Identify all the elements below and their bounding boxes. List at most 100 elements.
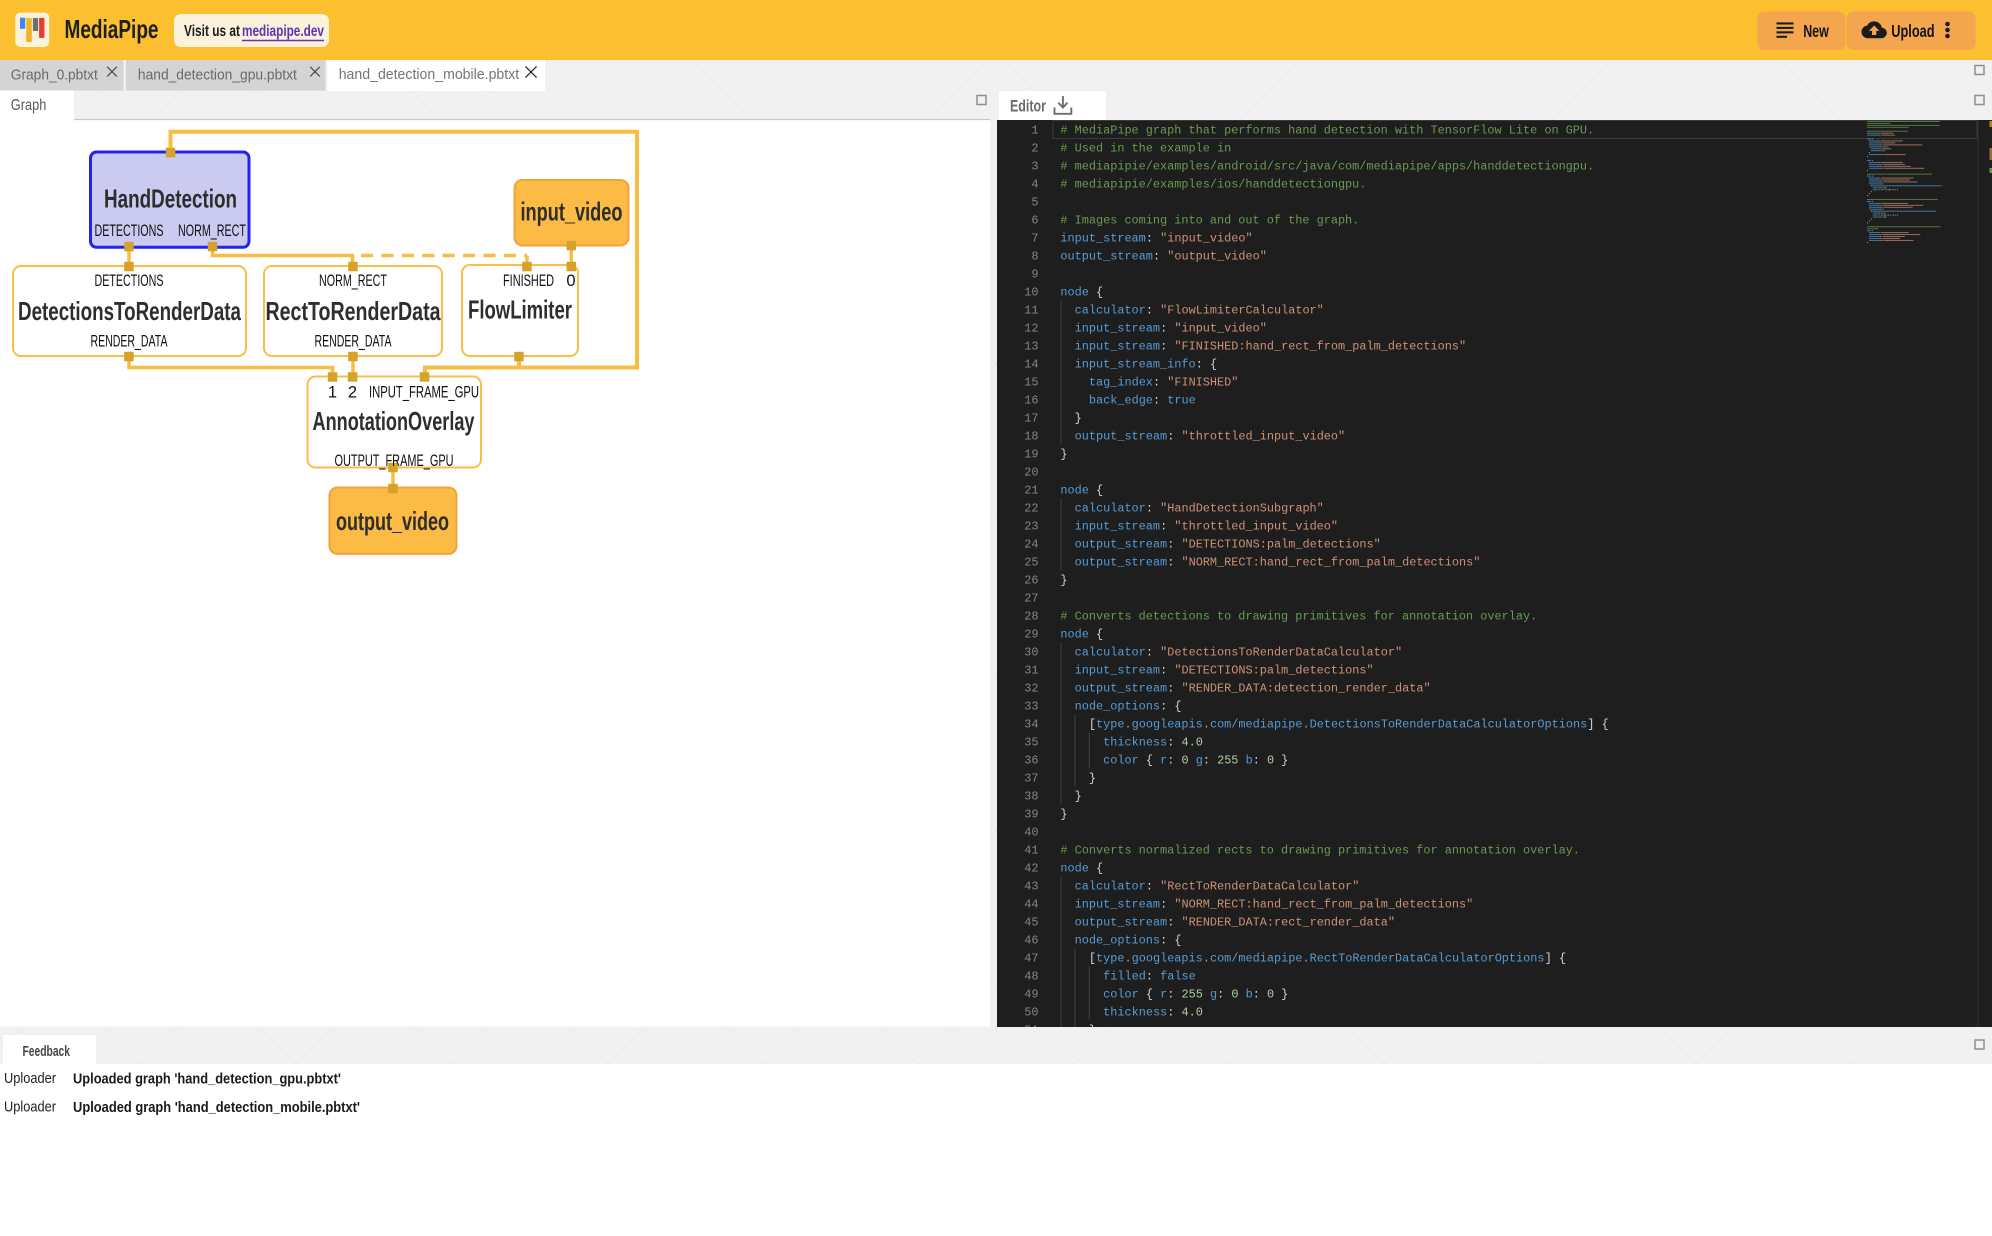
svg-text:17: 17 — [1024, 412, 1038, 426]
svg-text:input_video: input_video — [521, 197, 623, 227]
svg-text:10: 10 — [1024, 286, 1038, 300]
svg-text:47: 47 — [1024, 952, 1038, 966]
svg-text:24: 24 — [1024, 538, 1038, 552]
svg-text:Editor: Editor — [1010, 98, 1046, 116]
svg-text:35: 35 — [1024, 736, 1038, 750]
svg-text:# Converts normalized rects to: # Converts normalized rects to drawing p… — [1060, 844, 1580, 858]
svg-text:AnnotationOverlay: AnnotationOverlay — [313, 406, 475, 436]
svg-text:}: } — [1060, 574, 1067, 588]
svg-text:output_stream:"DETECTIONS:palm: output_stream:"DETECTIONS:palm_detection… — [1075, 538, 1381, 552]
svg-text:DETECTIONS: DETECTIONS — [95, 222, 164, 240]
svg-text:21: 21 — [1024, 484, 1038, 498]
svg-text:1: 1 — [1031, 124, 1038, 138]
svg-text:20: 20 — [1024, 466, 1038, 480]
svg-text:output_stream:"RENDER_DATA:rec: output_stream:"RENDER_DATA:rect_render_d… — [1075, 916, 1395, 930]
svg-text:# MediaPipe graph that perform: # MediaPipe graph that performs hand det… — [1060, 124, 1594, 138]
svg-text:calculator:"RectToRenderDataCa: calculator:"RectToRenderDataCalculator" — [1075, 880, 1360, 894]
svg-text:output_stream:"NORM_RECT:hand_: output_stream:"NORM_RECT:hand_rect_from_… — [1075, 556, 1481, 570]
svg-text:calculator:"FlowLimiterCalcula: calculator:"FlowLimiterCalculator" — [1075, 304, 1324, 318]
svg-text:12: 12 — [1024, 322, 1038, 336]
svg-text:}: } — [1075, 412, 1082, 426]
svg-text:node{: node{ — [1060, 484, 1103, 498]
svg-text:25: 25 — [1024, 556, 1038, 570]
svg-text:Uploaded graph 'hand_detection: Uploaded graph 'hand_detection_gpu.pbtxt… — [73, 1071, 341, 1088]
svg-text:thickness:4.0: thickness:4.0 — [1103, 1006, 1203, 1020]
svg-text:}: } — [1089, 1024, 1096, 1038]
svg-text:9: 9 — [1031, 268, 1038, 282]
svg-text:23: 23 — [1024, 520, 1038, 534]
svg-text:filled:false: filled:false — [1103, 970, 1196, 984]
svg-text:hand_detection_gpu.pbtxt: hand_detection_gpu.pbtxt — [138, 67, 298, 84]
svg-text:33: 33 — [1024, 700, 1038, 714]
svg-text:0: 0 — [566, 272, 575, 290]
svg-text:# Images coming into and out o: # Images coming into and out of the grap… — [1060, 214, 1359, 228]
svg-text:input_stream:"NORM_RECT:hand_r: input_stream:"NORM_RECT:hand_rect_from_p… — [1075, 898, 1474, 912]
svg-text:}: } — [1089, 772, 1096, 786]
svg-text:DETECTIONS: DETECTIONS — [95, 272, 164, 290]
svg-text:5: 5 — [1031, 196, 1038, 210]
svg-text:calculator:"HandDetectionSubgr: calculator:"HandDetectionSubgraph" — [1075, 502, 1324, 516]
svg-text:2: 2 — [348, 384, 357, 402]
svg-text:RENDER_DATA: RENDER_DATA — [315, 333, 392, 351]
svg-text:# Converts detections to drawi: # Converts detections to drawing primiti… — [1060, 610, 1537, 624]
svg-text:15: 15 — [1024, 376, 1038, 390]
svg-text:16: 16 — [1024, 394, 1038, 408]
svg-text:1: 1 — [328, 384, 337, 402]
svg-text:49: 49 — [1024, 988, 1038, 1002]
svg-text:3: 3 — [1031, 160, 1038, 174]
svg-text:31: 31 — [1024, 664, 1038, 678]
svg-text:NORM_RECT: NORM_RECT — [319, 272, 387, 290]
svg-text:back_edge:true: back_edge:true — [1089, 394, 1196, 408]
svg-text:input_stream:"FINISHED:hand_re: input_stream:"FINISHED:hand_rect_from_pa… — [1075, 340, 1467, 354]
svg-text:output_stream:"throttled_input: output_stream:"throttled_input_video" — [1075, 430, 1346, 444]
svg-text:13: 13 — [1024, 340, 1038, 354]
svg-text:mediapipe.dev: mediapipe.dev — [242, 23, 324, 40]
svg-text:Uploader: Uploader — [4, 1099, 56, 1116]
svg-text:Visit us at: Visit us at — [184, 23, 240, 40]
svg-text:DetectionsToRenderData: DetectionsToRenderData — [18, 296, 241, 326]
svg-text:50: 50 — [1024, 1006, 1038, 1020]
svg-text:node{: node{ — [1060, 628, 1103, 642]
svg-text:19: 19 — [1024, 448, 1038, 462]
svg-text:48: 48 — [1024, 970, 1038, 984]
svg-text:node{: node{ — [1060, 286, 1103, 300]
svg-text:Uploader: Uploader — [4, 1070, 56, 1087]
svg-text:RENDER_DATA: RENDER_DATA — [91, 333, 168, 351]
svg-text:45: 45 — [1024, 916, 1038, 930]
svg-text:node_options:{: node_options:{ — [1075, 700, 1182, 714]
svg-text:37: 37 — [1024, 772, 1038, 786]
svg-text:input_stream:"throttled_input_: input_stream:"throttled_input_video" — [1075, 520, 1338, 534]
svg-text:input_stream_info:{: input_stream_info:{ — [1075, 358, 1217, 372]
svg-text:New: New — [1803, 21, 1829, 41]
svg-text:38: 38 — [1024, 790, 1038, 804]
svg-text:[type.googleapis.com/mediapipe: [type.googleapis.com/mediapipe.Detection… — [1089, 718, 1609, 732]
svg-text:thickness:4.0: thickness:4.0 — [1103, 736, 1203, 750]
svg-text:RectToRenderData: RectToRenderData — [266, 296, 441, 326]
svg-text:32: 32 — [1024, 682, 1038, 696]
svg-text:Feedback: Feedback — [23, 1043, 71, 1060]
svg-text:27: 27 — [1024, 592, 1038, 606]
svg-text:# mediapipie/examples/android/: # mediapipie/examples/android/src/java/c… — [1060, 160, 1594, 174]
svg-text:29: 29 — [1024, 628, 1038, 642]
svg-text:7: 7 — [1031, 232, 1038, 246]
svg-text:FINISHED: FINISHED — [503, 272, 554, 290]
svg-text:2: 2 — [1031, 142, 1038, 156]
svg-text:[type.googleapis.com/mediapipe: [type.googleapis.com/mediapipe.RectToRen… — [1089, 952, 1566, 966]
svg-text:26: 26 — [1024, 574, 1038, 588]
svg-text:51: 51 — [1024, 1024, 1038, 1038]
svg-text:6: 6 — [1031, 214, 1038, 228]
svg-text:14: 14 — [1024, 358, 1038, 372]
svg-text:OUTPUT_FRAME_GPU: OUTPUT_FRAME_GPU — [335, 452, 454, 470]
svg-text:4: 4 — [1031, 178, 1038, 192]
svg-text:Uploaded graph 'hand_detection: Uploaded graph 'hand_detection_mobile.pb… — [73, 1099, 360, 1116]
svg-text:46: 46 — [1024, 934, 1038, 948]
svg-text:}: } — [1060, 448, 1067, 462]
svg-text:8: 8 — [1031, 250, 1038, 264]
svg-text:30: 30 — [1024, 646, 1038, 660]
svg-text:11: 11 — [1024, 304, 1038, 318]
svg-text:Graph: Graph — [11, 97, 47, 114]
svg-text:40: 40 — [1024, 826, 1038, 840]
svg-text:hand_detection_mobile.pbtxt: hand_detection_mobile.pbtxt — [339, 66, 520, 83]
svg-text:22: 22 — [1024, 502, 1038, 516]
svg-text:28: 28 — [1024, 610, 1038, 624]
